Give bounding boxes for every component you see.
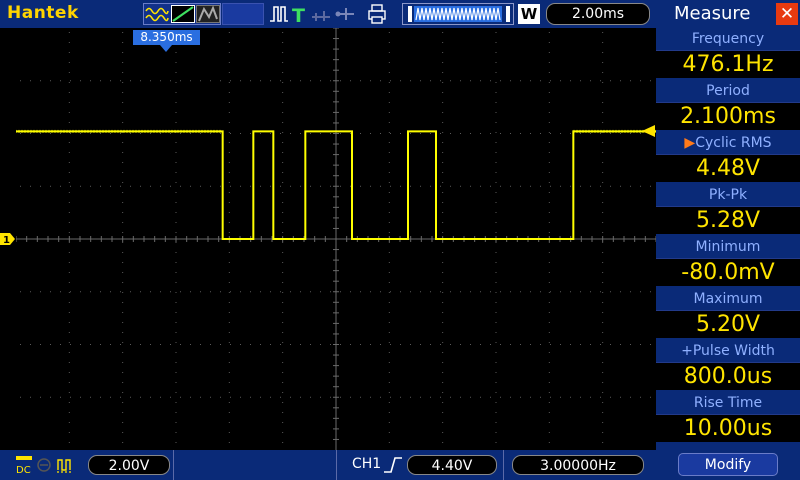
measure-value: 5.28V bbox=[656, 206, 800, 234]
probe-icon bbox=[37, 458, 51, 472]
waveform-display[interactable]: 8.350ms bbox=[16, 28, 656, 450]
ch1-waveform bbox=[16, 129, 656, 240]
svg-text:T: T bbox=[292, 5, 305, 25]
measure-panel-header: Measure ✕ bbox=[656, 0, 800, 28]
ch1-trace bbox=[16, 130, 656, 240]
measure-label-text: Frequency bbox=[691, 31, 765, 47]
waveform-memory-icon bbox=[408, 6, 510, 22]
network-icon bbox=[312, 11, 330, 21]
measure-value: 800.0us bbox=[656, 362, 800, 390]
rising-edge-icon[interactable] bbox=[383, 456, 403, 474]
close-icon[interactable]: ✕ bbox=[776, 3, 798, 25]
measure-label-text: Minimum bbox=[695, 239, 761, 255]
brand-logo: Hantek bbox=[7, 3, 79, 23]
svg-text:DC: DC bbox=[16, 465, 31, 476]
measure-label[interactable]: Period bbox=[656, 80, 800, 102]
measure-label[interactable]: +Pulse Width bbox=[656, 340, 800, 362]
ch1-coupling-indicator[interactable]: DC bbox=[14, 454, 84, 476]
measure-label[interactable]: Frequency bbox=[656, 28, 800, 50]
measure-value: 5.20V bbox=[656, 310, 800, 338]
measure-label-text: Cyclic RMS bbox=[695, 135, 772, 151]
measure-label-text: Rise Time bbox=[693, 395, 763, 411]
measure-value: 10.00us bbox=[656, 414, 800, 442]
acquisition-mode-group[interactable] bbox=[143, 3, 221, 25]
ch1-ground-marker[interactable]: 1 bbox=[0, 232, 16, 246]
pulse-trigger-icon bbox=[270, 6, 288, 22]
measure-value: -80.0mV bbox=[656, 258, 800, 286]
measure-label-text: Pk-Pk bbox=[708, 187, 748, 203]
bandwidth-limit-icon bbox=[57, 459, 72, 473]
measure-label[interactable]: Pk-Pk bbox=[656, 184, 800, 206]
memory-waveform-indicator[interactable] bbox=[402, 3, 514, 25]
measure-panel: Measure ✕ Frequency 476.1Hz Period 2.100ms ▶… bbox=[656, 0, 800, 480]
trigger-source[interactable]: CH1 bbox=[352, 456, 381, 472]
divider bbox=[336, 450, 337, 480]
printer-icon bbox=[368, 4, 386, 24]
selected-arrow-icon: ▶ bbox=[684, 135, 696, 151]
trigger-level-marker-icon[interactable] bbox=[640, 124, 656, 138]
measure-value: 4.48V bbox=[656, 154, 800, 182]
status-blank-box bbox=[222, 3, 264, 25]
measure-label[interactable]: Minimum bbox=[656, 236, 800, 258]
timebase-readout[interactable]: 2.00ms bbox=[546, 3, 650, 25]
usb-icon bbox=[335, 8, 354, 20]
ch1-volts-div[interactable]: 2.00V bbox=[88, 455, 170, 475]
peak-acquire-icon[interactable] bbox=[196, 5, 220, 23]
measure-label-text: +Pulse Width bbox=[681, 343, 775, 359]
bottom-status-bar: DC 2.00V CH1 4.40V 3.00000Hz bbox=[0, 450, 656, 480]
measure-title: Measure bbox=[674, 3, 751, 24]
measure-label-text: Maximum bbox=[693, 291, 763, 307]
trigger-level[interactable]: 4.40V bbox=[407, 455, 497, 475]
trigger-frequency[interactable]: 3.00000Hz bbox=[512, 455, 644, 475]
measure-value: 2.100ms bbox=[656, 102, 800, 130]
trigger-position-arrow-icon bbox=[160, 45, 172, 52]
svg-text:1: 1 bbox=[3, 235, 10, 246]
divider bbox=[503, 450, 504, 480]
measure-label-text: Period bbox=[706, 83, 750, 99]
trigger-position-readout[interactable]: 8.350ms bbox=[133, 30, 200, 45]
measure-label[interactable]: Maximum bbox=[656, 288, 800, 310]
measure-label[interactable]: ▶Cyclic RMS bbox=[656, 132, 800, 154]
divider bbox=[173, 450, 174, 480]
window-mode-button[interactable]: W bbox=[518, 4, 540, 24]
trigger-t-icon: T bbox=[292, 5, 305, 25]
top-status-bar: Hantek T W 2.00ms bbox=[0, 0, 656, 28]
measure-value: 476.1Hz bbox=[656, 50, 800, 78]
measure-label[interactable]: Rise Time bbox=[656, 392, 800, 414]
dc-coupling-icon: DC bbox=[16, 456, 32, 476]
normal-acquire-icon[interactable] bbox=[145, 5, 169, 23]
ramp-acquire-icon[interactable] bbox=[171, 5, 195, 23]
modify-button[interactable]: Modify bbox=[678, 453, 778, 476]
trigger-status-icons: T bbox=[270, 4, 386, 25]
